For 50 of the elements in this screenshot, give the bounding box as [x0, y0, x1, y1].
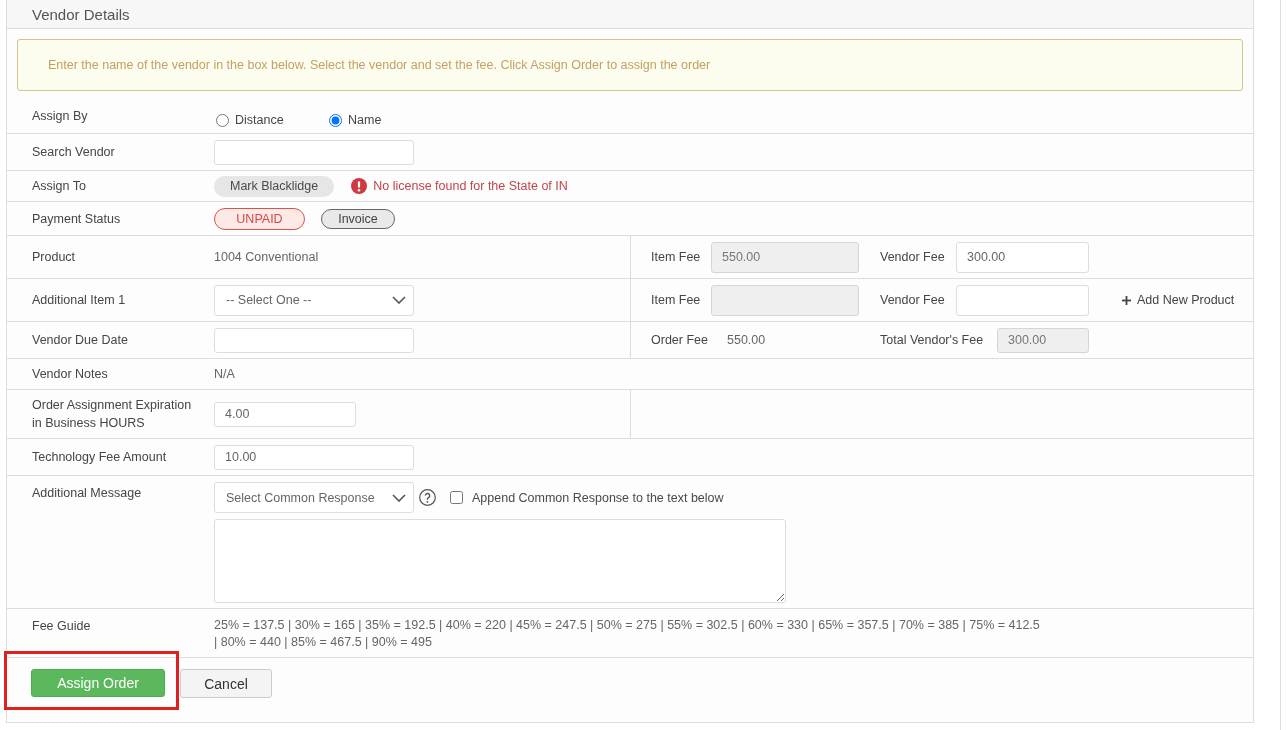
hours-field[interactable]: 4.00 — [214, 401, 356, 427]
plus-icon — [1122, 295, 1131, 305]
vendor-chip: Mark Blacklidge — [214, 175, 335, 197]
fee-label: Vendor Fee — [880, 250, 946, 264]
fee-field[interactable] — [956, 284, 1089, 316]
fee-field[interactable]: 300.00 — [956, 241, 1089, 273]
error-icon — [351, 178, 368, 194]
chevron-down-icon — [392, 296, 406, 304]
field-label: Payment Status — [32, 210, 121, 228]
radio-label[interactable]: Name — [348, 113, 382, 127]
cancel-button[interactable]: Cancel — [180, 669, 272, 698]
warning-text: No license found for the State of IN — [373, 179, 568, 193]
add-product-link[interactable]: Add New Product — [1122, 293, 1235, 307]
status-badge: UNPAID — [214, 207, 305, 230]
field-label: Assign By — [32, 108, 88, 125]
search-field[interactable] — [214, 139, 414, 165]
radio-button[interactable] — [216, 113, 229, 127]
order-fee-value: 550.00 — [727, 333, 766, 347]
field-label: Vendor Notes — [32, 366, 108, 383]
fee-label: Total Vendor's Fee — [880, 333, 985, 347]
checkbox[interactable] — [450, 491, 463, 504]
select-field[interactable]: -- Select One -- — [214, 284, 414, 316]
product-value: 1004 Conventional — [214, 250, 319, 264]
fee-label: Item Fee — [651, 293, 702, 307]
field-label: Fee Guide — [32, 618, 91, 635]
field-label: Additional Message — [32, 485, 142, 502]
field-label: Assign To — [32, 178, 86, 195]
select-field[interactable]: Select Common Response — [214, 482, 414, 513]
fee-label: Item Fee — [651, 250, 702, 264]
chevron-down-icon — [392, 493, 406, 502]
fee-label: Order Fee — [651, 333, 709, 347]
fee-guide-text: 25% = 137.5 | 30% = 165 | 35% = 192.5 | 40% = 220 | 45% = 247.5 | 50% = 275 | 55% = 302.5 | 60% = 330 | 65% = 357.5 | 70% = 385 | 75% = 412.5 | 80% = 440 | 85% = 467.5 | 90% = 495 — [214, 617, 1041, 651]
panel-title: Vendor Details — [32, 5, 130, 23]
field-label: Product — [32, 249, 76, 266]
date-field[interactable] — [214, 327, 414, 353]
checkbox-label[interactable]: Append Common Response to the text below — [472, 490, 724, 505]
help-icon[interactable] — [419, 489, 436, 506]
field-label: Technology Fee Amount — [32, 449, 167, 466]
info-alert: Enter the name of the vendor in the box below. Select the vendor and set the fee. Click Assign Order to assign the order — [17, 39, 1243, 91]
field-label: Search Vendor — [32, 144, 115, 161]
message-textarea[interactable] — [214, 519, 786, 603]
field-label: Order Assignment Expiration in Business HOURS — [32, 397, 193, 432]
radio-label[interactable]: Distance — [235, 113, 284, 127]
notes-value: N/A — [214, 367, 235, 381]
field-label: Additional Item 1 — [32, 292, 126, 309]
amount-field[interactable]: 10.00 — [214, 444, 414, 470]
field-label: Vendor Due Date — [32, 332, 128, 349]
radio-button[interactable] — [329, 113, 342, 127]
invoice-button[interactable]: Invoice — [321, 208, 395, 229]
fee-label: Vendor Fee — [880, 293, 946, 307]
